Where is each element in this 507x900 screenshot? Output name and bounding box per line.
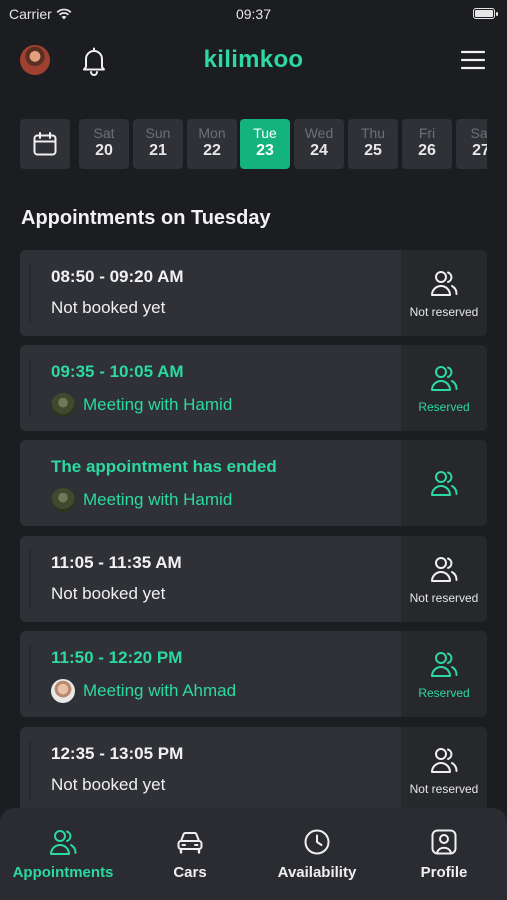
card-accent-bar: [29, 550, 31, 608]
day-number: 23: [256, 142, 274, 159]
appointment-time: 12:35 - 13:05 PM: [51, 744, 184, 763]
appointment-card[interactable]: 11:05 - 11:35 AM Not booked yet Not rese…: [20, 536, 487, 622]
appointment-subtitle-text: Not booked yet: [51, 584, 166, 603]
section-title: Appointments on Tuesday: [21, 207, 271, 229]
appointment-subtitle-text: Meeting with Hamid: [83, 490, 233, 509]
day-name: Tue: [253, 125, 277, 141]
status-label: Not reserved: [409, 305, 479, 319]
status-label: Not reserved: [409, 782, 479, 796]
appointment-subtitle-text: Meeting with Ahmad: [83, 681, 237, 700]
appointment-time: 08:50 - 09:20 AM: [51, 267, 184, 286]
status-bar: Carrier 09:37: [0, 0, 507, 28]
clock-time: 09:37: [235, 6, 272, 22]
appointment-time: The appointment has ended: [51, 457, 277, 476]
hamburger-menu-icon[interactable]: [461, 50, 485, 70]
card-accent-bar: [29, 741, 31, 799]
day-name: Sat: [470, 125, 487, 141]
appointment-subtitle: Not booked yet: [51, 584, 165, 604]
app-header: kilimkoo: [0, 40, 507, 82]
appointment-subtitle-text: Meeting with Hamid: [83, 395, 233, 414]
users-icon: [431, 748, 458, 773]
appointment-card[interactable]: 11:50 - 12:20 PM Meeting with Ahmad Rese…: [20, 631, 487, 717]
status-label: Not reserved: [409, 591, 479, 605]
appointment-card[interactable]: 09:35 - 10:05 AM Meeting with Hamid Rese…: [20, 345, 487, 431]
appointment-time: 11:50 - 12:20 PM: [51, 648, 183, 667]
reservation-status[interactable]: [401, 440, 487, 526]
avatar: [51, 679, 75, 703]
calendar-button[interactable]: [20, 119, 70, 169]
tab-profile[interactable]: Profile: [381, 808, 507, 900]
date-selector: Sat 20 Sun 21 Mon 22 Tue 23 Wed 24 Thu 2…: [0, 119, 487, 169]
reservation-status[interactable]: Not reserved: [401, 250, 487, 336]
day-number: 25: [364, 142, 382, 159]
date-sat-20[interactable]: Sat 20: [79, 119, 129, 169]
reservation-status[interactable]: Not reserved: [401, 536, 487, 622]
tab-label: Availability: [277, 864, 357, 881]
appointment-card[interactable]: 08:50 - 09:20 AM Not booked yet Not rese…: [20, 250, 487, 336]
card-accent-bar: [29, 645, 31, 703]
app-logo: kilimkoo: [203, 46, 304, 73]
day-number: 27: [472, 142, 487, 159]
reservation-status[interactable]: Reserved: [401, 345, 487, 431]
day-number: 26: [418, 142, 436, 159]
avatar: [51, 393, 75, 417]
reservation-status[interactable]: Reserved: [401, 631, 487, 717]
tab-label: Appointments: [12, 864, 114, 881]
date-thu-25[interactable]: Thu 25: [348, 119, 398, 169]
appointment-subtitle: Not booked yet: [51, 298, 165, 318]
date-mon-22[interactable]: Mon 22: [187, 119, 237, 169]
users-icon: [431, 366, 458, 391]
clock-icon: [304, 829, 330, 855]
tab-label: Cars: [173, 864, 207, 881]
calendar-icon: [33, 132, 57, 156]
status-label: Reserved: [418, 686, 470, 700]
card-accent-bar: [29, 264, 31, 322]
appointment-subtitle: Not booked yet: [51, 775, 165, 795]
day-name: Mon: [198, 125, 226, 141]
day-number: 24: [310, 142, 328, 159]
profile-icon: [431, 829, 457, 855]
appointment-subtitle: Meeting with Ahmad: [51, 679, 236, 703]
date-sat-27[interactable]: Sat 27: [456, 119, 487, 169]
date-sun-21[interactable]: Sun 21: [133, 119, 183, 169]
status-label: Reserved: [418, 400, 470, 414]
avatar: [51, 488, 75, 512]
appointment-subtitle-text: Not booked yet: [51, 775, 166, 794]
appointment-card[interactable]: 12:35 - 13:05 PM Not booked yet Not rese…: [20, 727, 487, 813]
users-icon: [50, 830, 77, 855]
appointment-subtitle: Meeting with Hamid: [51, 488, 232, 512]
appointment-time: 09:35 - 10:05 AM: [51, 362, 184, 381]
date-tue-23-selected[interactable]: Tue 23: [240, 119, 290, 169]
car-icon: [177, 832, 203, 854]
tab-availability[interactable]: Availability: [254, 808, 380, 900]
day-number: 20: [95, 142, 113, 159]
users-icon: [431, 471, 458, 496]
battery-icon: [473, 8, 498, 19]
date-fri-26[interactable]: Fri 26: [402, 119, 452, 169]
date-wed-24[interactable]: Wed 24: [294, 119, 344, 169]
appointment-subtitle-text: Not booked yet: [51, 298, 166, 317]
day-number: 21: [149, 142, 167, 159]
day-name: Thu: [360, 125, 386, 141]
users-icon: [431, 271, 458, 296]
day-number: 22: [203, 142, 221, 159]
appointment-card[interactable]: The appointment has ended Meeting with H…: [20, 440, 487, 526]
appointment-time: 11:05 - 11:35 AM: [51, 553, 182, 572]
appointment-subtitle: Meeting with Hamid: [51, 393, 232, 417]
bottom-tab-bar: Appointments Cars Availability Profile: [0, 808, 507, 900]
tab-appointments[interactable]: Appointments: [0, 808, 126, 900]
card-accent-bar: [29, 359, 31, 417]
tab-label: Profile: [420, 864, 468, 881]
day-name: Fri: [418, 125, 436, 141]
tab-cars[interactable]: Cars: [127, 808, 253, 900]
day-name: Wed: [304, 125, 334, 141]
users-icon: [431, 557, 458, 582]
users-icon: [431, 652, 458, 677]
day-name: Sat: [93, 125, 115, 141]
day-name: Sun: [145, 125, 171, 141]
reservation-status[interactable]: Not reserved: [401, 727, 487, 813]
